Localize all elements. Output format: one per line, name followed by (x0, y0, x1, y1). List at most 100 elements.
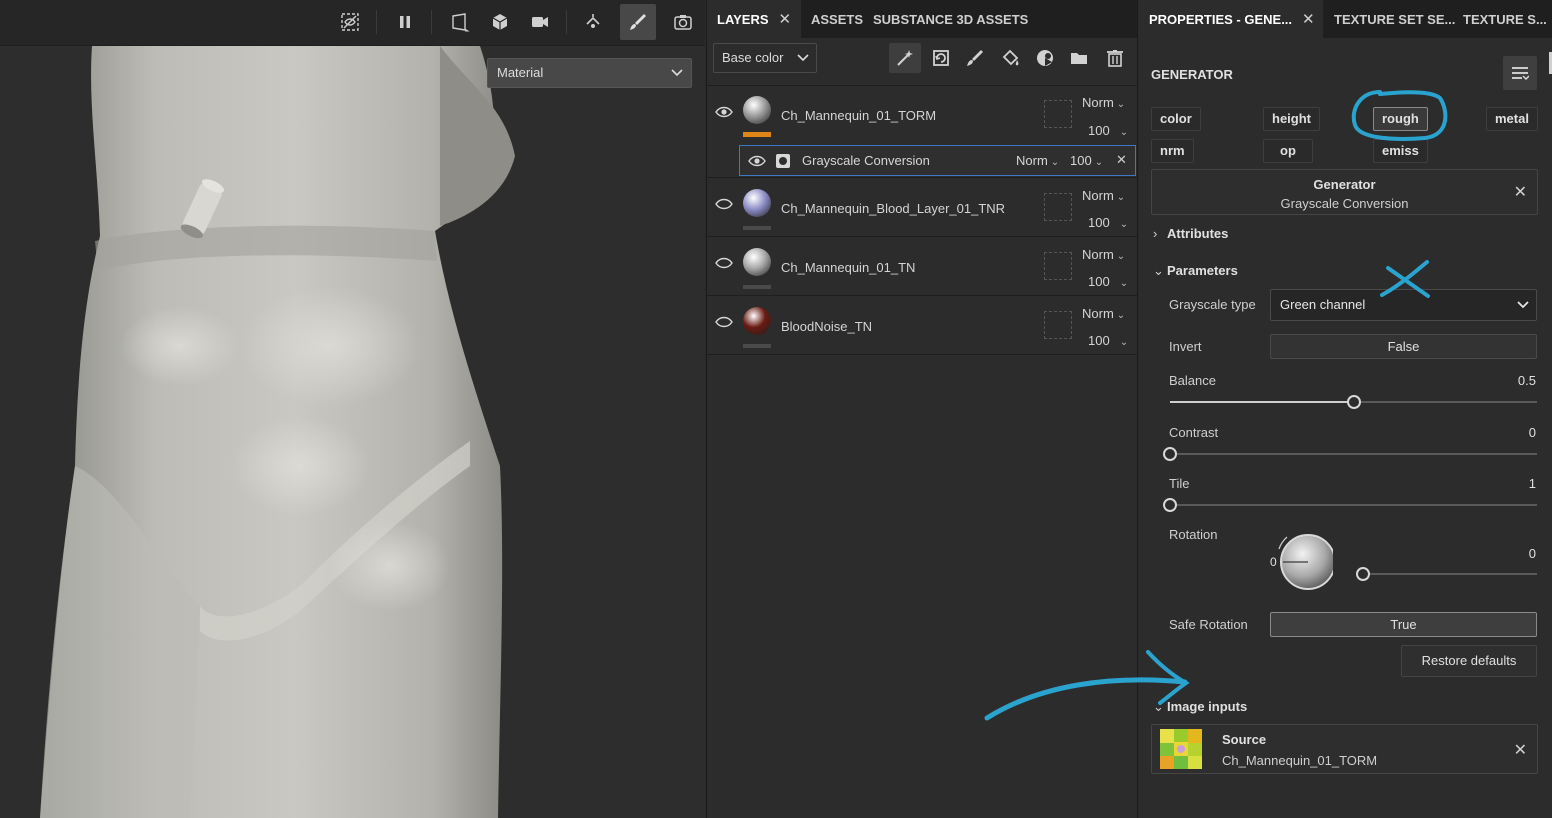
layer-mask-slot[interactable] (1044, 193, 1072, 221)
invert-label: Invert (1169, 339, 1202, 354)
rotation-dial[interactable] (1269, 531, 1333, 593)
layer-row[interactable]: Ch_Mannequin_Blood_Layer_01_TNR Norm ⌄ 10… (707, 179, 1137, 237)
rotation-dial-value: 0 (1270, 555, 1277, 569)
close-icon[interactable]: ✕ (1302, 11, 1315, 28)
layer-opacity[interactable]: 100 ⌄ (1088, 333, 1128, 348)
layer-blend-mode[interactable]: Norm ⌄ (1082, 188, 1125, 203)
chevron-down-icon (797, 44, 809, 82)
panel-menu-button[interactable] (1503, 56, 1537, 90)
layer-mask-slot[interactable] (1044, 252, 1072, 280)
layers-tabbar: LAYERS ✕ ASSETS SUBSTANCE 3D ASSETS (707, 0, 1137, 38)
layer-name: Ch_Mannequin_Blood_Layer_01_TNR (781, 201, 1006, 216)
safe-rotation-toggle[interactable]: True (1270, 612, 1537, 637)
properties-tabbar: PROPERTIES - GENE... ✕ TEXTURE SET SE... … (1139, 0, 1552, 38)
perspective-icon[interactable] (442, 4, 478, 40)
layer-opacity[interactable]: 100 ⌄ (1088, 215, 1128, 230)
fill-bucket-icon[interactable] (995, 43, 1027, 73)
layer-opacity[interactable]: 100 ⌄ (1088, 274, 1128, 289)
contrast-slider[interactable] (1163, 447, 1537, 461)
pause-icon[interactable] (387, 4, 423, 40)
magic-wand-icon[interactable] (889, 43, 921, 73)
slider-knob[interactable] (1163, 447, 1177, 461)
viewport-3d[interactable]: Material (0, 0, 705, 818)
close-icon[interactable]: ✕ (1116, 152, 1127, 168)
channel-height-button[interactable]: height (1263, 107, 1320, 131)
eye-icon[interactable] (715, 106, 733, 118)
channel-nrm-button[interactable]: nrm (1151, 139, 1194, 163)
cube-icon[interactable] (482, 4, 518, 40)
hide-icon[interactable] (332, 4, 368, 40)
grayscale-type-dropdown[interactable]: Green channel (1270, 289, 1537, 321)
effect-row-grayscale[interactable]: Grayscale Conversion Norm ⌄ 100 ⌄ ✕ (739, 145, 1136, 176)
layer-opacity[interactable]: 100 ⌄ (1088, 123, 1128, 138)
restore-defaults-button[interactable]: Restore defaults (1401, 645, 1537, 677)
tile-label: Tile (1169, 476, 1190, 491)
source-texture-thumbnail (1160, 729, 1202, 769)
attributes-label: Attributes (1167, 226, 1229, 241)
layer-blend-mode[interactable]: Norm ⌄ (1082, 95, 1125, 110)
eye-icon[interactable] (715, 198, 733, 210)
layer-opacity-label: 100 (1088, 333, 1110, 348)
chevron-down-icon: ⌄ (1153, 699, 1164, 714)
channel-emiss-button[interactable]: emiss (1373, 139, 1428, 163)
tile-slider[interactable] (1163, 498, 1537, 512)
symmetry-icon[interactable] (575, 4, 611, 40)
trash-icon[interactable] (1099, 43, 1131, 73)
add-fill-icon[interactable] (925, 43, 957, 73)
layer-blend-mode[interactable]: Norm ⌄ (1082, 306, 1125, 321)
layer-row[interactable]: Ch_Mannequin_01_TN Norm ⌄ 100 ⌄ (707, 238, 1137, 296)
slider-knob[interactable] (1346, 395, 1361, 409)
folder-icon[interactable] (1063, 43, 1095, 73)
eye-icon[interactable] (715, 257, 733, 269)
camera-icon[interactable] (522, 4, 558, 40)
tab-assets[interactable]: ASSETS (801, 0, 863, 38)
layer-name: Ch_Mannequin_01_TN (781, 260, 916, 275)
layer-name: Ch_Mannequin_01_TORM (781, 108, 937, 123)
layer-row[interactable]: BloodNoise_TN Norm ⌄ 100 ⌄ (707, 297, 1137, 355)
chevron-right-icon: › (1153, 226, 1158, 241)
chevron-down-icon: ⌄ (1119, 219, 1129, 230)
generator-resource-slot[interactable]: Generator Grayscale Conversion ✕ (1151, 169, 1538, 215)
screenshot-icon[interactable] (665, 4, 701, 40)
invert-toggle[interactable]: False (1270, 334, 1537, 359)
close-icon[interactable]: ✕ (1514, 182, 1527, 202)
slider-fill (1170, 401, 1354, 403)
source-input-slot[interactable]: Source Ch_Mannequin_01_TORM ✕ (1151, 724, 1538, 774)
channel-color-button[interactable]: color (1151, 107, 1201, 131)
channel-select[interactable]: Base color (713, 43, 817, 73)
eye-icon[interactable] (715, 316, 733, 328)
close-icon[interactable]: ✕ (1514, 740, 1527, 760)
channel-metal-button[interactable]: metal (1486, 107, 1538, 131)
slider-knob[interactable] (1356, 567, 1370, 581)
tab-texture-set-settings[interactable]: TEXTURE SET SE... (1324, 0, 1455, 38)
close-icon[interactable]: ✕ (779, 11, 792, 28)
slider-knob[interactable] (1163, 498, 1177, 512)
channel-rough-button[interactable]: rough (1373, 107, 1428, 131)
layer-blend-mode[interactable]: Norm ⌄ (1082, 247, 1125, 262)
paint-layer-icon[interactable] (959, 43, 991, 73)
balance-label: Balance (1169, 373, 1216, 388)
parameters-section-toggle[interactable]: ⌄ Parameters (1153, 263, 1238, 279)
tab-substance-assets[interactable]: SUBSTANCE 3D ASSETS (863, 0, 1033, 38)
tab-layers[interactable]: LAYERS ✕ (707, 0, 801, 38)
layer-thumbnail (743, 307, 771, 335)
effect-blend-mode[interactable]: Norm ⌄ (1016, 153, 1059, 168)
tab-properties-generator[interactable]: PROPERTIES - GENE... ✕ (1139, 0, 1323, 38)
chevron-down-icon: ⌄ (1119, 127, 1129, 138)
effect-opacity[interactable]: 100 ⌄ (1070, 153, 1103, 168)
effect-opacity-label: 100 (1070, 153, 1092, 168)
chevron-down-icon: ⌄ (1050, 157, 1060, 168)
mask-icon[interactable] (1029, 43, 1061, 73)
attributes-section-toggle[interactable]: › Attributes (1153, 226, 1228, 241)
eye-icon[interactable] (748, 155, 766, 167)
layer-mask-slot[interactable] (1044, 100, 1072, 128)
channel-op-button[interactable]: op (1263, 139, 1313, 163)
material-select[interactable]: Material (487, 58, 692, 88)
layers-toolbar: Base color (707, 38, 1137, 86)
balance-slider[interactable] (1170, 395, 1537, 409)
layer-mask-slot[interactable] (1044, 311, 1072, 339)
tab-texture-set-list[interactable]: TEXTURE S... (1453, 0, 1552, 38)
rotation-slider[interactable] (1356, 567, 1537, 581)
paintbrush-icon[interactable] (620, 4, 656, 40)
image-inputs-section-toggle[interactable]: ⌄ Image inputs (1153, 699, 1247, 715)
